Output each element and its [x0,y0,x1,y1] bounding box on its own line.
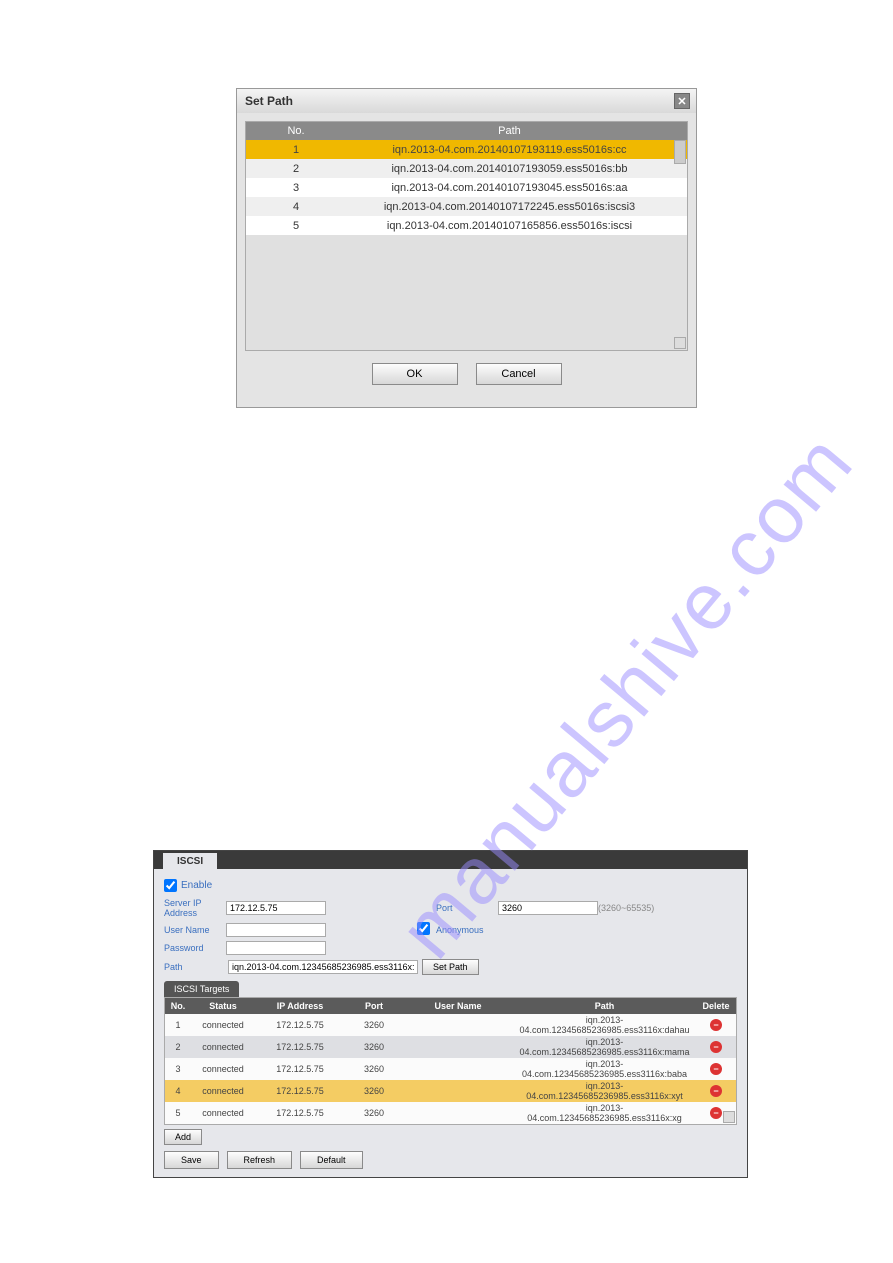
refresh-button[interactable]: Refresh [227,1151,293,1169]
table-row[interactable]: 3 connected 172.12.5.75 3260 iqn.2013-04… [165,1058,736,1080]
save-button[interactable]: Save [164,1151,219,1169]
path-input[interactable] [228,960,418,974]
dialog-title: Set Path [245,94,293,108]
username-input[interactable] [226,923,326,937]
iscsi-panel: ISCSI Enable Server IP Address Port (326… [153,850,748,1178]
list-row[interactable]: 5 iqn.2013-04.com.20140107165856.ess5016… [246,216,687,235]
ok-button[interactable]: OK [372,363,458,385]
scrollbar-thumb[interactable] [674,140,686,164]
list-row[interactable]: 3 iqn.2013-04.com.20140107193045.ess5016… [246,178,687,197]
password-input[interactable] [226,941,326,955]
targets-header: No. Status IP Address Port User Name Pat… [165,998,736,1014]
panel-topbar: ISCSI [154,851,747,869]
path-listbox[interactable]: No. Path 1 iqn.2013-04.com.2014010719311… [245,121,688,351]
label-server-ip: Server IP Address [164,898,226,918]
enable-checkbox[interactable] [164,879,177,892]
cancel-button[interactable]: Cancel [476,363,562,385]
set-path-dialog: Set Path ✕ No. Path 1 iqn.2013-04.com.20… [236,88,697,408]
targets-table: No. Status IP Address Port User Name Pat… [164,997,737,1125]
list-row[interactable]: 1 iqn.2013-04.com.20140107193119.ess5016… [246,140,687,159]
dialog-titlebar[interactable]: Set Path ✕ [237,89,696,113]
default-button[interactable]: Default [300,1151,363,1169]
label-username: User Name [164,925,226,935]
add-button[interactable]: Add [164,1129,202,1145]
port-hint: (3260~65535) [598,903,678,913]
label-port: Port [436,903,498,913]
tab-iscsi[interactable]: ISCSI [163,853,217,870]
table-row[interactable]: 2 connected 172.12.5.75 3260 iqn.2013-04… [165,1036,736,1058]
label-path: Path [164,962,224,972]
anonymous-checkbox[interactable] [417,922,430,935]
server-ip-input[interactable] [226,901,326,915]
label-password: Password [164,943,226,953]
col-header-path: Path [346,125,687,137]
delete-icon[interactable]: − [710,1019,722,1031]
delete-icon[interactable]: − [710,1107,722,1119]
resize-grip[interactable] [674,337,686,349]
list-row[interactable]: 4 iqn.2013-04.com.20140107172245.ess5016… [246,197,687,216]
col-header-no: No. [246,125,346,137]
delete-icon[interactable]: − [710,1085,722,1097]
list-header: No. Path [246,122,687,140]
delete-icon[interactable]: − [710,1041,722,1053]
port-input[interactable] [498,901,598,915]
label-anonymous: Anonymous [436,925,498,935]
delete-icon[interactable]: − [710,1063,722,1075]
close-icon[interactable]: ✕ [674,93,690,109]
tab-iscsi-targets[interactable]: ISCSI Targets [164,981,239,997]
table-row[interactable]: 1 connected 172.12.5.75 3260 iqn.2013-04… [165,1014,736,1036]
table-row[interactable]: 4 connected 172.12.5.75 3260 iqn.2013-04… [165,1080,736,1102]
table-row[interactable]: 5 connected 172.12.5.75 3260 iqn.2013-04… [165,1102,736,1124]
set-path-button[interactable]: Set Path [422,959,479,975]
enable-label: Enable [181,880,212,891]
list-row[interactable]: 2 iqn.2013-04.com.20140107193059.ess5016… [246,159,687,178]
